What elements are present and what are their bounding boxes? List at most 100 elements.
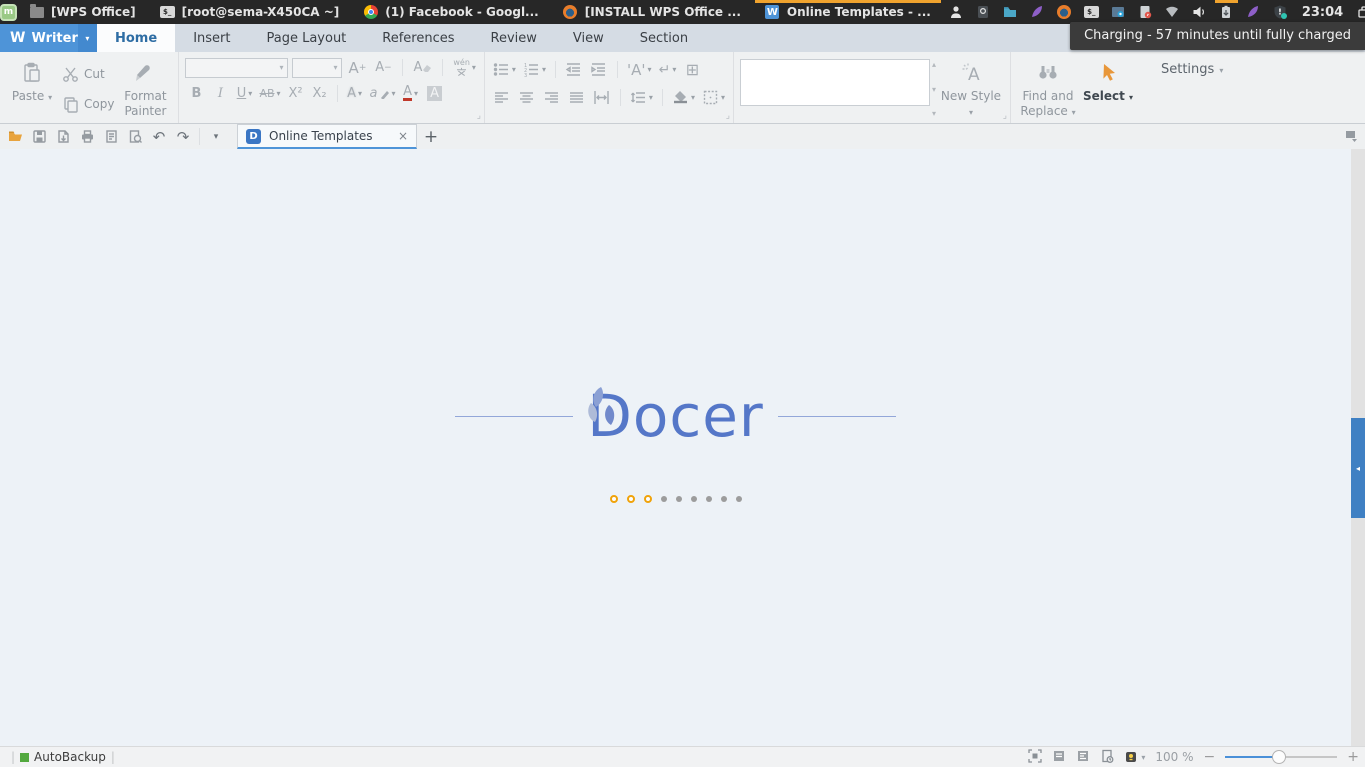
undo-button[interactable]: ↶ [149,127,169,147]
web-layout-view-button[interactable] [1100,749,1114,766]
screenshot-icon[interactable] [1105,0,1132,24]
show-desktop-icon[interactable] [1351,0,1365,24]
styles-gallery[interactable] [739,59,930,106]
zoom-slider[interactable] [1225,750,1338,764]
styles-scroll-down-icon[interactable]: ▾ [932,85,936,94]
subscript-button[interactable]: X₂ [309,83,331,104]
tab-list-button[interactable] [1344,124,1365,149]
insert-table-button[interactable]: ⊞ [681,59,703,80]
user-icon[interactable] [943,0,970,24]
tab-section[interactable]: Section [622,24,706,52]
export-pdf-button[interactable] [53,127,73,147]
redo-button[interactable]: ↷ [173,127,193,147]
volume-icon[interactable] [1186,0,1213,24]
align-right-button[interactable] [541,87,563,108]
feather-icon[interactable] [1024,0,1051,24]
tab-page-layout[interactable]: Page Layout [248,24,364,52]
clear-formatting-button[interactable]: A [411,57,434,78]
borders-button[interactable]: ▾ [700,87,727,108]
paste-button[interactable]: Paste ▾ [6,57,58,121]
page-layout-view-button[interactable] [1052,749,1066,766]
firefox-icon[interactable] [1051,0,1078,24]
tab-references[interactable]: References [364,24,472,52]
line-spacing-button[interactable]: ▾ [628,87,655,108]
outline-view-button[interactable] [1076,749,1090,766]
find-in-document-button[interactable] [125,127,145,147]
italic-button[interactable]: I [209,83,231,104]
find-replace-button[interactable]: Find and Replace ▾ [1017,57,1079,121]
format-painter-button[interactable]: Format Painter [118,57,172,121]
zoom-slider-thumb[interactable] [1272,750,1287,764]
taskbar-item-wps-office[interactable]: [WPS Office] [17,0,148,24]
save-button[interactable] [29,127,49,147]
grow-font-button[interactable]: A + [346,57,368,78]
document-tab-online-templates[interactable]: D Online Templates × [237,124,417,149]
font-name-combobox[interactable]: ▾ [185,57,289,78]
writer-app-button[interactable]: W Writer ▾ [0,24,97,52]
numbered-list-button[interactable]: 1 2 3 ▾ [521,59,548,80]
select-button[interactable]: Select ▾ [1079,57,1137,121]
notes-icon[interactable] [1132,0,1159,24]
text-effects-button[interactable]: A ▾ [344,83,366,104]
file-manager-icon[interactable] [997,0,1024,24]
superscript-button[interactable]: X² [285,83,307,104]
styles-dialog-launcher-icon[interactable]: ⌟ [1003,111,1007,121]
package-icon[interactable] [970,0,997,24]
new-style-button[interactable]: A New Style ▾ [938,57,1004,121]
tab-review[interactable]: Review [473,24,555,52]
paragraph-dialog-launcher-icon[interactable]: ⌟ [726,111,730,121]
feather-icon-2[interactable] [1240,0,1267,24]
terminal-icon[interactable]: $_ [1078,0,1105,24]
character-shading-button[interactable]: A [424,83,446,104]
reading-mode-button[interactable]: ▾ [1124,750,1145,764]
strikethrough-button[interactable]: AB ▾ [257,83,282,104]
battery-icon[interactable] [1213,0,1240,24]
increase-indent-button[interactable] [588,59,610,80]
styles-scroll-up-icon[interactable]: ▴ [932,60,936,69]
panel-clock[interactable]: 23:04 [1294,0,1351,24]
highlight-color-button[interactable]: a ▾ [368,83,398,104]
align-center-button[interactable] [516,87,538,108]
taskbar-item-terminal[interactable]: $_ [root@sema-X450CA ~] [148,0,352,24]
qat-more-button[interactable]: ▾ [206,127,226,147]
vertical-scrollbar[interactable]: ◂ [1351,149,1365,746]
wifi-icon[interactable] [1159,0,1186,24]
open-file-button[interactable] [5,127,25,147]
new-document-tab-button[interactable]: + [417,124,445,149]
bullet-list-button[interactable]: ▾ [491,59,518,80]
text-direction-button[interactable]: 'A' ▾ [625,59,654,80]
bold-button[interactable]: B [185,83,207,104]
paragraph-mark-button[interactable]: ↵ ▾ [656,59,678,80]
phonetic-guide-button[interactable]: wén ▾ [451,57,478,78]
styles-gallery-more-icon[interactable]: ▾ [932,109,936,118]
tab-insert[interactable]: Insert [175,24,248,52]
taskbar-item-online-templates[interactable]: W Online Templates - ... [753,0,943,24]
distribute-button[interactable] [591,87,613,108]
justify-button[interactable] [566,87,588,108]
underline-button[interactable]: U ▾ [233,83,255,104]
zoom-out-button[interactable]: − [1204,749,1216,765]
scrollbar-thumb[interactable]: ◂ [1351,418,1365,518]
close-tab-icon[interactable]: × [398,129,408,143]
font-dialog-launcher-icon[interactable]: ⌟ [477,111,481,121]
font-size-combobox[interactable]: ▾ [292,57,343,78]
chevron-down-icon[interactable]: ▾ [77,24,97,52]
mint-menu-button[interactable]: m [0,0,17,24]
shrink-font-button[interactable]: A − [372,57,394,78]
security-icon[interactable]: ! [1267,0,1294,24]
taskbar-item-facebook[interactable]: (1) Facebook - Googl... [351,0,550,24]
zoom-in-button[interactable]: + [1347,749,1359,765]
print-preview-button[interactable] [101,127,121,147]
font-color-button[interactable]: A ▾ [400,83,422,104]
align-left-button[interactable] [491,87,513,108]
print-button[interactable] [77,127,97,147]
tab-view[interactable]: View [555,24,622,52]
tab-home[interactable]: Home [97,24,176,52]
taskbar-item-install-wps[interactable]: [INSTALL WPS Office ... [551,0,753,24]
copy-button[interactable]: Copy [58,93,118,115]
settings-button[interactable]: Settings ▾ [1161,52,1223,123]
cut-button[interactable]: Cut [58,63,118,85]
fit-page-button[interactable] [1028,748,1043,766]
decrease-indent-button[interactable] [563,59,585,80]
shading-button[interactable]: ▾ [670,87,697,108]
